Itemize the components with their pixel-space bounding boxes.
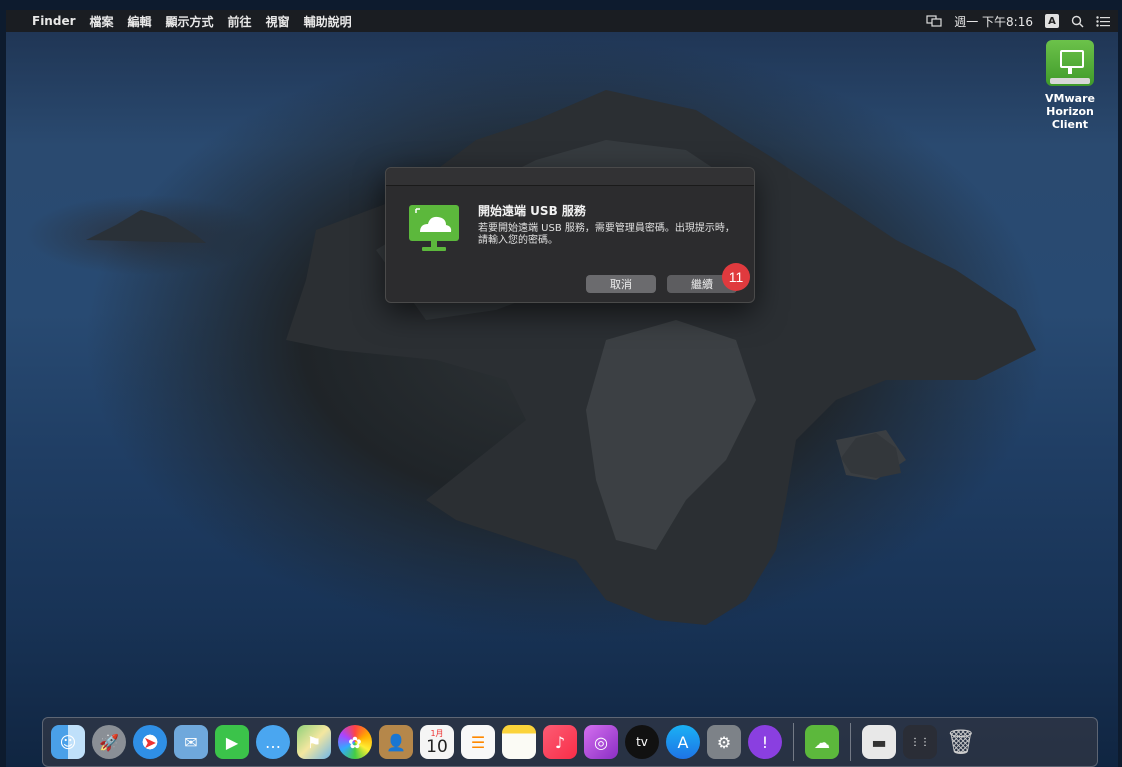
menu-bar: Finder 檔案 編輯 顯示方式 前往 視窗 輔助說明 週一 下午8:16 A [6, 10, 1118, 32]
menu-go[interactable]: 前往 [228, 13, 252, 30]
vmware-horizon-disk-icon [1046, 40, 1094, 86]
menu-edit[interactable]: 編輯 [128, 13, 152, 30]
podcasts-icon[interactable]: ◎ [584, 725, 618, 759]
desktop-item-label-line2: Client [1051, 118, 1089, 131]
menubar-clock[interactable]: 週一 下午8:16 [954, 13, 1033, 30]
vmware-horizon-icon[interactable]: ☁ [805, 725, 839, 759]
menu-view[interactable]: 顯示方式 [166, 13, 214, 30]
app-store-icon[interactable]: A [666, 725, 700, 759]
reminders-icon[interactable]: ☰ [461, 725, 495, 759]
spotlight-search-icon[interactable] [1071, 15, 1084, 28]
input-source-icon[interactable]: A [1045, 14, 1059, 28]
safari-icon[interactable]: ➤ [133, 725, 167, 759]
wallpaper-islet-left [86, 210, 206, 243]
desktop: Finder 檔案 編輯 顯示方式 前往 視窗 輔助說明 週一 下午8:16 A [6, 10, 1118, 767]
notes-icon[interactable] [502, 725, 536, 759]
menu-window[interactable]: 視窗 [266, 13, 290, 30]
dialog-title: 開始遠端 USB 服務 [478, 204, 586, 218]
launchpad-icon[interactable]: 🚀 [92, 725, 126, 759]
desktop-item-label-line1: VMware Horizon [1045, 92, 1095, 118]
facetime-icon[interactable]: ▶ [215, 725, 249, 759]
screen-mirroring-icon[interactable] [926, 15, 942, 27]
wallpaper-island [286, 90, 1036, 625]
maps-icon[interactable]: ⚑ [297, 725, 331, 759]
desktop-item-vmware-horizon[interactable]: VMware Horizon Client [1022, 40, 1118, 131]
menu-finder[interactable]: Finder [32, 14, 76, 28]
dock-separator [850, 723, 851, 761]
cancel-button[interactable]: 取消 [586, 275, 656, 293]
wallpaper-rock [841, 433, 901, 478]
menu-file[interactable]: 檔案 [90, 13, 114, 30]
notification-center-icon[interactable] [1096, 15, 1110, 27]
trash-icon[interactable]: 🗑 [944, 725, 978, 759]
dock: ☺ 🚀 ➤ ✉ ▶ … ⚑ ✿ 👤 1月 10 ☰ ♪ ◎ tv A ⚙ ! ☁… [42, 717, 1098, 767]
dock-separator [793, 723, 794, 761]
photos-icon[interactable]: ✿ [338, 725, 372, 759]
step-annotation-badge: 11 [722, 263, 750, 291]
tv-icon[interactable]: tv [625, 725, 659, 759]
feedback-assistant-icon[interactable]: ! [748, 725, 782, 759]
dialog-message: 若要開始遠端 USB 服務，需要管理員密碼。出現提示時，請輸入您的密碼。 [478, 223, 735, 246]
vmware-horizon-app-icon [409, 205, 459, 251]
system-preferences-icon[interactable]: ⚙ [707, 725, 741, 759]
menu-help[interactable]: 輔助說明 [304, 13, 352, 30]
music-icon[interactable]: ♪ [543, 725, 577, 759]
contacts-icon[interactable]: 👤 [379, 725, 413, 759]
document-icon[interactable]: ▬ [862, 725, 896, 759]
mail-icon[interactable]: ✉ [174, 725, 208, 759]
screenshot-icon[interactable]: ⋮⋮ [903, 725, 937, 759]
messages-icon[interactable]: … [256, 725, 290, 759]
calendar-day: 10 [426, 737, 448, 757]
dialog-titlebar [386, 168, 754, 186]
finder-icon[interactable]: ☺ [51, 725, 85, 759]
calendar-icon[interactable]: 1月 10 [420, 725, 454, 759]
start-remote-usb-dialog: 開始遠端 USB 服務 若要開始遠端 USB 服務，需要管理員密碼。出現提示時，… [385, 167, 755, 303]
